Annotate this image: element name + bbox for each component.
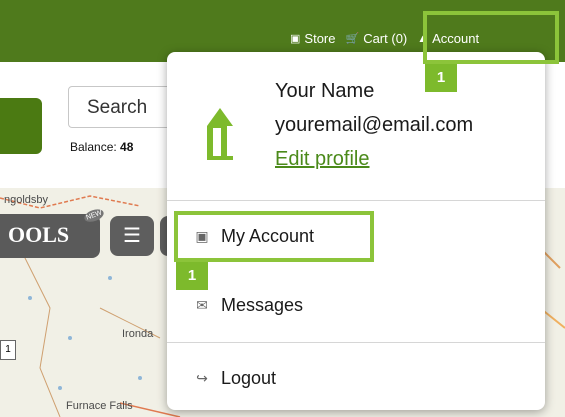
menu-item-messages[interactable]: ✉ Messages [193, 295, 303, 316]
map-marker-box: 1 [0, 340, 16, 360]
store-label: Store [304, 31, 336, 46]
logo-icon [207, 108, 233, 160]
user-name: Your Name [275, 80, 375, 102]
menu-item-label: Logout [221, 368, 277, 388]
map-label-town: ngoldsby [4, 194, 49, 206]
highlight-my-account [174, 211, 374, 262]
cart-label: Cart (0) [363, 31, 408, 46]
balance-label: Balance: [70, 140, 117, 154]
divider [167, 342, 545, 343]
logout-icon: ↪ [196, 370, 208, 386]
tools-label: OOLS [8, 222, 70, 247]
store-link[interactable]: ▣ Store [290, 31, 335, 46]
step-badge: 1 [425, 64, 457, 92]
balance: Balance: 48 [70, 140, 133, 154]
store-icon: ▣ [290, 33, 301, 45]
balance-value: 48 [120, 140, 134, 154]
envelope-icon: ✉ [196, 297, 208, 313]
divider [167, 200, 545, 201]
layers-icon: ☰ [123, 225, 141, 247]
highlight-account [423, 11, 559, 64]
step-badge: 1 [176, 262, 208, 290]
cart-icon: 🛒 [345, 33, 360, 45]
search-placeholder: Search [87, 97, 148, 118]
edit-profile-link[interactable]: Edit profile [275, 148, 370, 171]
menu-item-logout[interactable]: ↪ Logout [193, 368, 276, 389]
map-label-town: Furnace Falls [66, 400, 133, 412]
cart-link[interactable]: 🛒 Cart (0) [345, 31, 407, 46]
user-email: youremail@email.com [275, 114, 474, 136]
map-label-town: Ironda [122, 328, 154, 340]
menu-item-label: Messages [221, 295, 304, 315]
layers-button[interactable]: ☰ [110, 216, 154, 256]
menu-button[interactable] [0, 98, 42, 154]
